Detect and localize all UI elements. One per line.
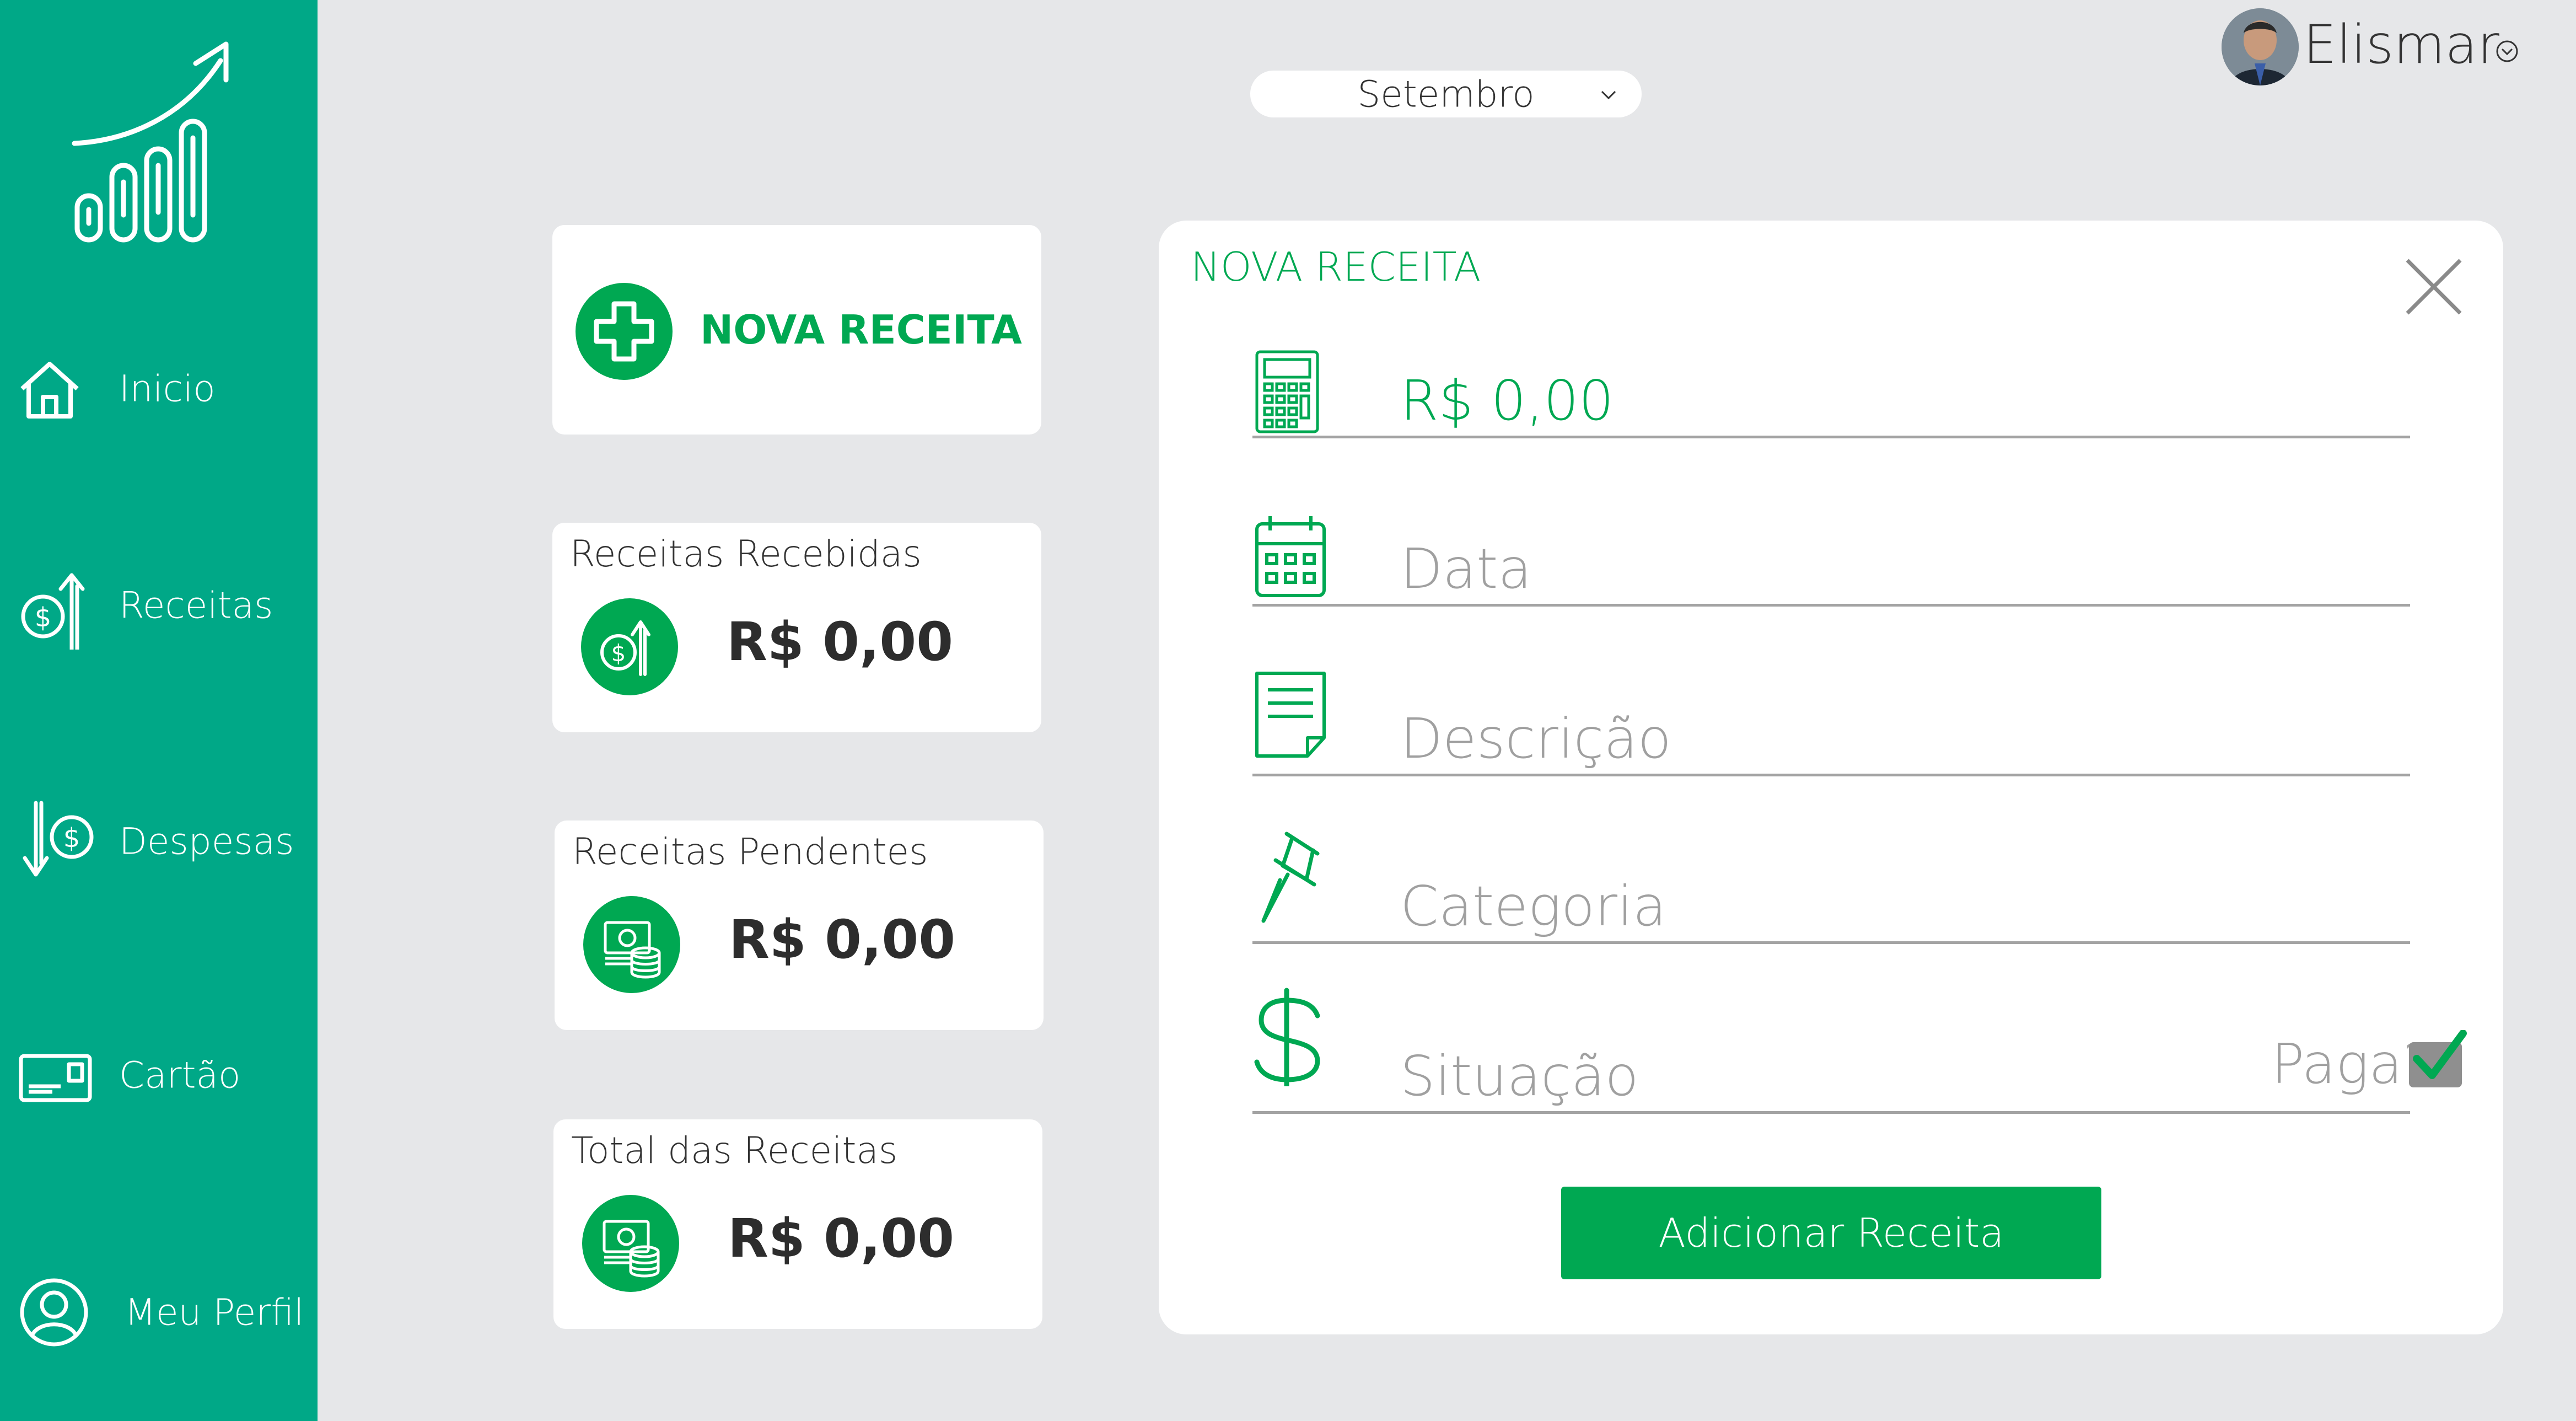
paid-checkbox[interactable] bbox=[2407, 1030, 2467, 1091]
add-income-button[interactable]: Adicionar Receita bbox=[1561, 1187, 2101, 1279]
status-label: Situação bbox=[1400, 1044, 1639, 1108]
sidebar-item-label: Cartão bbox=[119, 1054, 241, 1097]
sidebar-item-label: Despesas bbox=[119, 820, 294, 863]
received-income-card: Receitas Recebidas $ R$ 0,00 bbox=[552, 523, 1041, 732]
new-income-label: NOVA RECEITA bbox=[700, 307, 1022, 353]
document-icon bbox=[1255, 672, 1326, 758]
sidebar-item-label: Inicio bbox=[119, 367, 216, 410]
income-icon: $ bbox=[21, 573, 85, 650]
chevron-down-icon bbox=[1601, 90, 1616, 100]
pending-income-card: Receitas Pendentes R$ 0,00 bbox=[555, 821, 1044, 1030]
income-icon: $ bbox=[581, 598, 678, 695]
field-underline bbox=[1252, 941, 2410, 944]
calculator-icon bbox=[1255, 350, 1319, 433]
card-value: R$ 0,00 bbox=[727, 611, 953, 673]
category-field[interactable]: Categoria bbox=[1252, 827, 2410, 944]
total-income-card: Total das Receitas R$ 0,00 bbox=[553, 1119, 1042, 1329]
date-field[interactable]: Data bbox=[1252, 507, 2410, 607]
growth-chart-logo-icon bbox=[72, 41, 229, 243]
sidebar-item-inicio[interactable]: Inicio bbox=[17, 334, 314, 444]
card-icon bbox=[19, 1054, 92, 1102]
amount-input[interactable]: R$ 0,00 bbox=[1400, 368, 1614, 433]
expense-icon: $ bbox=[23, 801, 94, 877]
field-underline bbox=[1252, 436, 2410, 438]
svg-text:$: $ bbox=[35, 602, 52, 633]
card-title: Total das Receitas bbox=[571, 1129, 898, 1172]
card-title: Receitas Pendentes bbox=[572, 830, 928, 873]
date-input[interactable]: Data bbox=[1400, 537, 1532, 601]
profile-icon bbox=[20, 1278, 88, 1347]
sidebar-item-label: Receitas bbox=[119, 584, 273, 627]
user-avatar-icon bbox=[2222, 8, 2299, 85]
card-value: R$ 0,00 bbox=[728, 1208, 954, 1269]
avatar bbox=[2222, 8, 2299, 85]
svg-text:$: $ bbox=[611, 640, 626, 667]
month-select-value: Setembro bbox=[1357, 73, 1535, 115]
sidebar-item-label: Meu Perfil bbox=[125, 1291, 304, 1334]
plus-circle-icon bbox=[576, 283, 673, 380]
sidebar-item-meu-perfil[interactable]: Meu Perfil bbox=[17, 1257, 314, 1368]
card-value: R$ 0,00 bbox=[729, 909, 955, 970]
description-input[interactable]: Descrição bbox=[1400, 706, 1671, 771]
close-icon[interactable] bbox=[2401, 254, 2467, 320]
dollar-icon bbox=[1254, 988, 1320, 1086]
month-select[interactable]: Setembro bbox=[1250, 71, 1642, 117]
calendar-icon bbox=[1255, 516, 1326, 597]
form-title: NOVA RECEITA bbox=[1191, 244, 1481, 290]
svg-text:$: $ bbox=[63, 823, 80, 854]
description-field[interactable]: Descrição bbox=[1252, 666, 2410, 776]
field-underline bbox=[1252, 1111, 2410, 1114]
sidebar-item-cartao[interactable]: Cartão bbox=[17, 1020, 314, 1130]
add-income-button-label: Adicionar Receita bbox=[1658, 1210, 2004, 1256]
home-icon bbox=[20, 362, 79, 419]
sidebar-item-receitas[interactable]: $ Receitas bbox=[17, 550, 314, 661]
status-field: Situação Paga? bbox=[1252, 987, 2467, 1114]
money-stack-icon bbox=[583, 896, 680, 993]
new-income-form: NOVA RECEITA R$ 0,00 Data Descrição Cate… bbox=[1159, 221, 2503, 1334]
card-title: Receitas Recebidas bbox=[570, 533, 922, 575]
field-underline bbox=[1252, 774, 2410, 776]
new-income-button[interactable]: NOVA RECEITA bbox=[552, 225, 1041, 435]
field-underline bbox=[1252, 604, 2410, 607]
category-input[interactable]: Categoria bbox=[1400, 874, 1666, 939]
sidebar: Inicio $ Receitas $ Despesas Cartão Meu … bbox=[0, 0, 318, 1421]
pushpin-icon bbox=[1261, 832, 1320, 923]
chevron-down-circle-icon bbox=[2496, 40, 2518, 62]
amount-field[interactable]: R$ 0,00 bbox=[1252, 342, 2410, 438]
user-menu[interactable]: Elismar bbox=[2222, 6, 2552, 88]
sidebar-item-despesas[interactable]: $ Despesas bbox=[17, 786, 314, 897]
user-name: Elismar bbox=[2303, 14, 2499, 76]
money-stack-icon bbox=[582, 1195, 679, 1292]
